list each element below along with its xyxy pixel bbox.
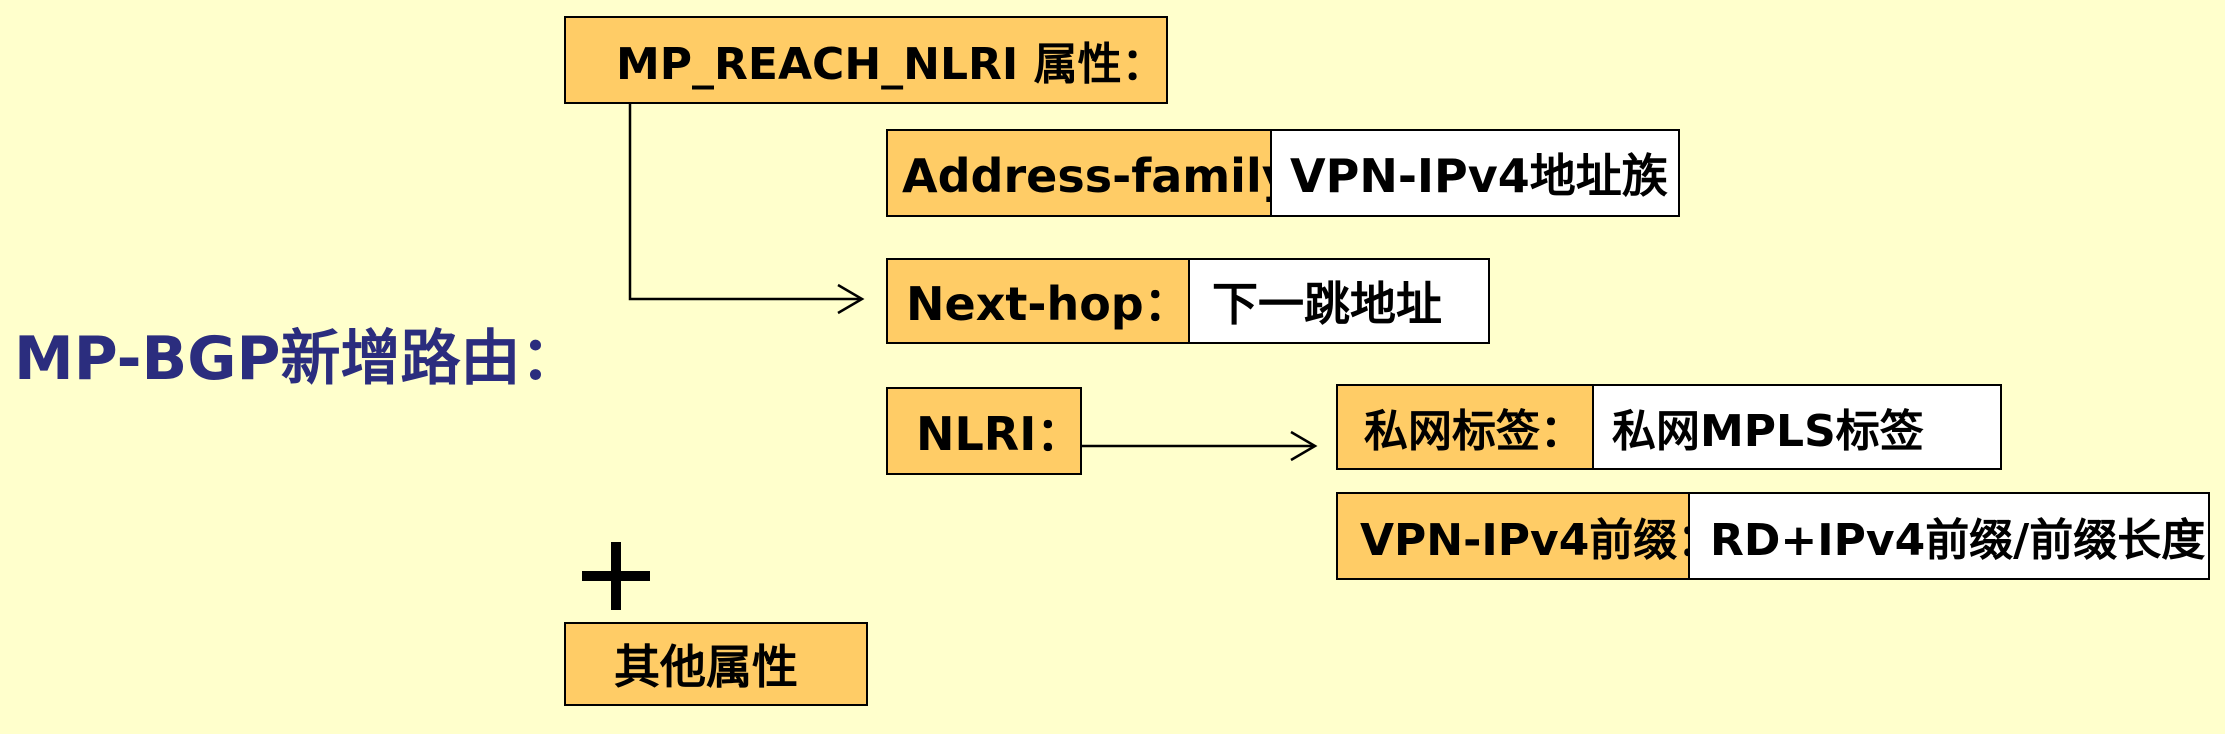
address-family-value-box: VPN-IPv4地址族 <box>1270 129 1680 217</box>
mp-reach-nlri-label: MP_REACH_NLRI 属性： <box>616 39 1166 90</box>
vpn-prefix-label-box: VPN-IPv4前缀： <box>1336 492 1721 580</box>
next-hop-label-box: Next-hop： <box>886 258 1190 344</box>
vpn-prefix-value-box: RD+IPv4前缀/前缀长度 <box>1688 492 2210 580</box>
diagram-title: MP-BGP新增路由： <box>14 324 581 394</box>
private-label-value: 私网MPLS标签 <box>1612 406 1924 457</box>
next-hop-arrowhead <box>837 283 865 315</box>
plus-icon <box>582 542 650 610</box>
next-hop-value-box: 下一跳地址 <box>1188 258 1490 344</box>
next-hop-label: Next-hop： <box>906 277 1190 331</box>
private-label-label: 私网标签： <box>1364 406 1584 457</box>
other-attributes-box: 其他属性 <box>564 622 868 706</box>
mp-reach-to-next-hop-connector <box>628 104 862 301</box>
address-family-value: VPN-IPv4地址族 <box>1290 149 1668 203</box>
vpn-prefix-label: VPN-IPv4前缀： <box>1360 515 1722 566</box>
address-family-label-box: Address-family： <box>886 129 1338 217</box>
vpn-prefix-value: RD+IPv4前缀/前缀长度 <box>1710 515 2206 566</box>
nlri-label: NLRI： <box>916 407 1083 461</box>
mp-reach-nlri-box: MP_REACH_NLRI 属性： <box>564 16 1168 104</box>
private-label-label-box: 私网标签： <box>1336 384 1594 470</box>
next-hop-value: 下一跳地址 <box>1212 277 1442 331</box>
private-label-value-box: 私网MPLS标签 <box>1592 384 2002 470</box>
nlri-box: NLRI： <box>886 387 1082 475</box>
private-label-arrowhead <box>1290 430 1318 462</box>
other-attributes-label: 其他属性 <box>614 640 798 694</box>
